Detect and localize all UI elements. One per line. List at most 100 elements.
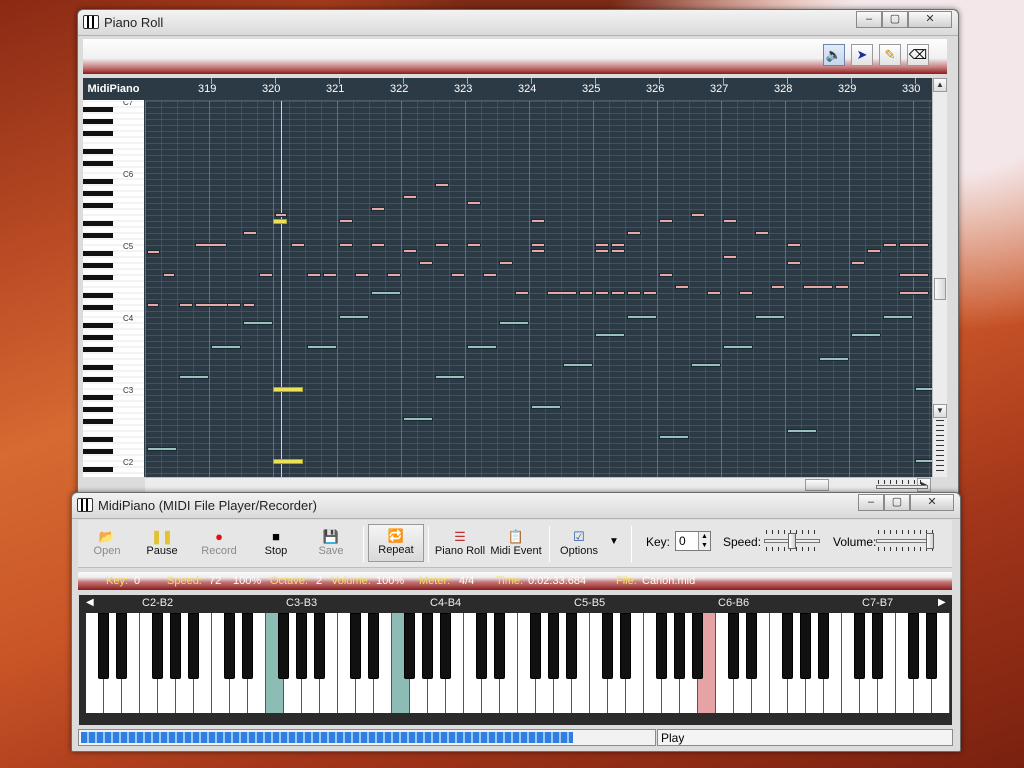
midi-note[interactable] [787,261,801,265]
roll-black-key[interactable] [83,275,113,280]
vertical-zoom-slider[interactable] [936,420,944,472]
midi-note[interactable] [307,273,321,277]
midi-note[interactable] [211,345,241,349]
midi-note[interactable] [899,273,929,277]
close-button[interactable]: ✕ [908,11,952,28]
midi-note[interactable] [275,213,287,217]
key-spinner[interactable]: 0 ▲ ▼ [675,531,711,551]
measure-ruler[interactable]: 319 320 321 322 323 324 325 326 327 328 329 330 [145,78,932,101]
black-key[interactable] [476,613,487,679]
midi-note[interactable] [707,291,721,295]
midi-note[interactable] [499,261,513,265]
horizontal-scrollbar[interactable]: ▶ [145,477,931,492]
maximize-button[interactable]: ▢ [882,11,908,28]
black-key[interactable] [242,613,253,679]
black-key[interactable] [530,613,541,679]
record-button[interactable]: ● Record [198,529,240,563]
midi-note[interactable] [819,357,849,361]
spin-down-icon[interactable]: ▼ [698,541,710,550]
midi-note[interactable] [467,201,481,205]
midi-note[interactable] [851,261,865,265]
midi-note[interactable] [723,345,753,349]
midi-note[interactable] [371,207,385,211]
midi-note[interactable] [883,243,897,247]
midi-note[interactable] [787,429,817,433]
black-key[interactable] [350,613,361,679]
midi-note[interactable] [787,243,801,247]
black-key[interactable] [548,613,559,679]
roll-black-key[interactable] [83,179,113,184]
roll-black-key[interactable] [83,221,113,226]
midi-note[interactable] [371,291,401,295]
midi-note[interactable] [339,219,353,223]
midi-note[interactable] [531,243,545,247]
repeat-button[interactable]: 🔁 Repeat [368,524,424,562]
midi-note[interactable] [307,345,337,349]
piano-roll-titlebar[interactable]: Piano Roll – ▢ ✕ [78,10,958,36]
midi-note[interactable] [803,285,833,289]
black-key[interactable] [224,613,235,679]
roll-black-key[interactable] [83,305,113,310]
midi-note[interactable] [595,291,609,295]
midi-note[interactable] [851,333,881,337]
midi-note[interactable] [227,303,241,307]
midi-note[interactable] [595,249,609,253]
black-key[interactable] [170,613,181,679]
options-dropdown-arrow[interactable]: ▼ [609,536,619,547]
midi-note[interactable] [355,273,369,277]
midi-note[interactable] [755,315,785,319]
roll-black-key[interactable] [83,335,113,340]
midi-note[interactable] [243,231,257,235]
midi-note[interactable] [595,333,625,337]
midi-note[interactable] [899,243,929,247]
midi-note[interactable] [627,231,641,235]
open-button[interactable]: 📂 Open [88,529,126,563]
midi-note[interactable] [243,303,255,307]
midi-note[interactable] [403,195,417,199]
scroll-down-button[interactable]: ▼ [933,404,947,418]
midi-note[interactable] [691,363,721,367]
black-key[interactable] [566,613,577,679]
midi-note[interactable] [451,273,465,277]
note-grid[interactable] [145,101,932,477]
volume-slider-thumb[interactable] [926,533,934,549]
piano-roll-keyboard[interactable]: MidiPiano C7 C6 C5 C4 C3 C2 [83,78,144,477]
midi-note[interactable] [403,417,433,421]
black-key[interactable] [188,613,199,679]
roll-black-key[interactable] [83,161,113,166]
midi-note[interactable] [339,243,353,247]
black-key[interactable] [620,613,631,679]
midi-note[interactable] [403,249,417,253]
roll-black-key[interactable] [83,107,113,112]
midi-note[interactable] [435,243,449,247]
horizontal-zoom-slider[interactable] [876,480,930,490]
midi-note[interactable] [273,219,287,224]
midi-note[interactable] [611,249,625,253]
piano-roll-button[interactable]: ☰ Piano Roll [432,529,488,563]
roll-black-key[interactable] [83,131,113,136]
roll-black-key[interactable] [83,263,113,268]
black-key[interactable] [314,613,325,679]
black-key[interactable] [872,613,883,679]
midi-note[interactable] [659,435,689,439]
midi-note[interactable] [323,273,337,277]
black-key[interactable] [782,613,793,679]
midi-note[interactable] [611,291,625,295]
midi-note[interactable] [659,219,673,223]
midi-note[interactable] [627,291,641,295]
speaker-icon[interactable]: 🔈 [823,44,845,66]
midi-note[interactable] [147,447,177,451]
spin-up-icon[interactable]: ▲ [698,532,710,541]
black-key[interactable] [656,613,667,679]
roll-black-key[interactable] [83,293,113,298]
midi-note[interactable] [259,273,273,277]
pointer-icon[interactable]: ➤ [851,44,873,66]
midi-note[interactable] [915,387,932,391]
roll-black-key[interactable] [83,251,113,256]
roll-black-key[interactable] [83,365,113,370]
speed-slider-thumb[interactable] [788,533,796,549]
black-key[interactable] [422,613,433,679]
midi-note[interactable] [627,315,657,319]
scroll-thumb-horizontal[interactable] [805,479,829,491]
midipiano-titlebar[interactable]: MidiPiano (MIDI File Player/Recorder) – … [72,493,960,519]
